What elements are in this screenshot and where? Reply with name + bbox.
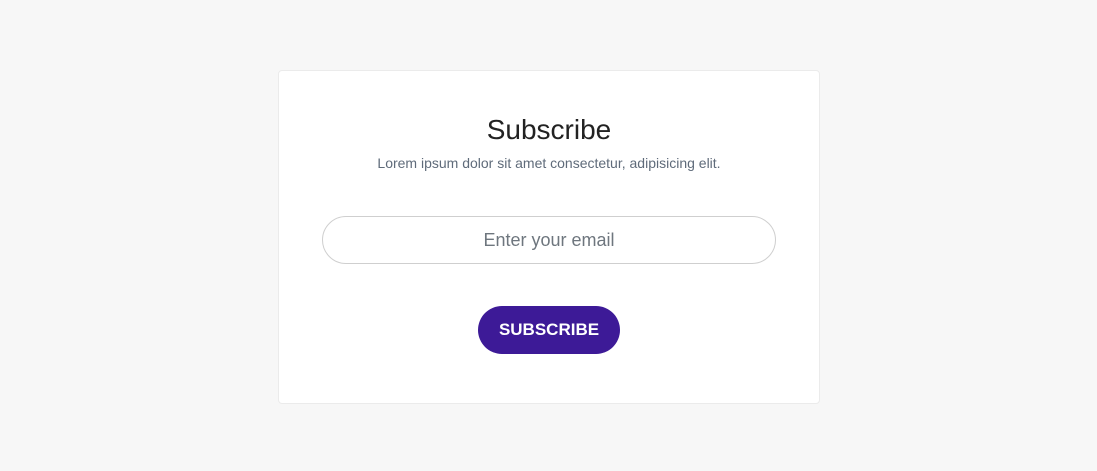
- subscribe-title: Subscribe: [486, 114, 612, 145]
- subscribe-button[interactable]: SUBSCRIBE: [478, 306, 620, 354]
- email-input[interactable]: [322, 216, 776, 264]
- subscribe-card: Subscribe Lorem ipsum dolor sit amet con…: [278, 70, 820, 404]
- subscribe-subtitle: Lorem ipsum dolor sit amet consectetur, …: [377, 155, 721, 171]
